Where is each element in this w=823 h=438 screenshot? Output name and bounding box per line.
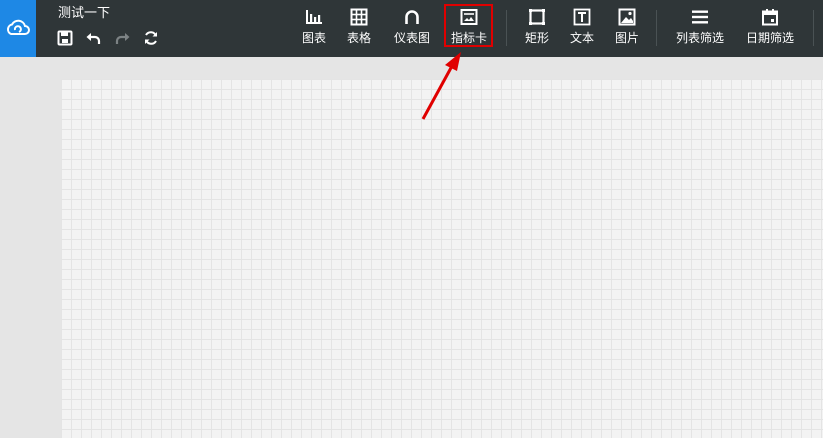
cloud-logo-icon[interactable] [0, 0, 36, 57]
workspace [0, 57, 823, 438]
rectangle-tool-button[interactable]: 矩形 [523, 7, 551, 51]
toolbar-divider [506, 10, 507, 46]
image-tool-button[interactable]: 图片 [613, 7, 641, 51]
text-tool-label: 文本 [569, 31, 594, 45]
chart-tool-button[interactable]: 图表 [300, 7, 328, 51]
undo-icon[interactable] [84, 29, 102, 47]
dashboard-canvas[interactable] [61, 79, 823, 438]
top-toolbar: 测试一下 图表 表格 仪表图 指标卡 矩形 文本 图片 列表筛选 日期筛选 [0, 0, 823, 57]
chart-tool-label: 图表 [301, 31, 326, 45]
toolbar-divider [656, 10, 657, 46]
gauge-tool-label: 仪表图 [393, 31, 430, 45]
gauge-icon [402, 7, 422, 27]
image-icon [617, 7, 637, 27]
save-icon[interactable] [56, 29, 74, 47]
list-icon [690, 7, 710, 27]
rectangle-icon [527, 7, 547, 27]
list-filter-tool-button[interactable]: 列表筛选 [673, 7, 727, 51]
redo-icon[interactable] [114, 29, 132, 47]
rectangle-tool-label: 矩形 [524, 31, 549, 45]
document-title[interactable]: 测试一下 [58, 6, 110, 22]
text-icon [572, 7, 592, 27]
highlight-box [444, 4, 493, 47]
list-filter-tool-label: 列表筛选 [675, 31, 724, 45]
gauge-tool-button[interactable]: 仪表图 [392, 7, 432, 51]
table-icon [349, 7, 369, 27]
date-filter-tool-button[interactable]: 日期筛选 [743, 7, 797, 51]
bar-chart-icon [304, 7, 324, 27]
text-tool-button[interactable]: 文本 [568, 7, 596, 51]
date-filter-tool-label: 日期筛选 [745, 31, 794, 45]
toolbar-divider [813, 10, 814, 46]
image-tool-label: 图片 [614, 31, 639, 45]
refresh-icon[interactable] [142, 29, 160, 47]
calendar-icon [760, 7, 780, 27]
table-tool-button[interactable]: 表格 [345, 7, 373, 51]
table-tool-label: 表格 [346, 31, 371, 45]
